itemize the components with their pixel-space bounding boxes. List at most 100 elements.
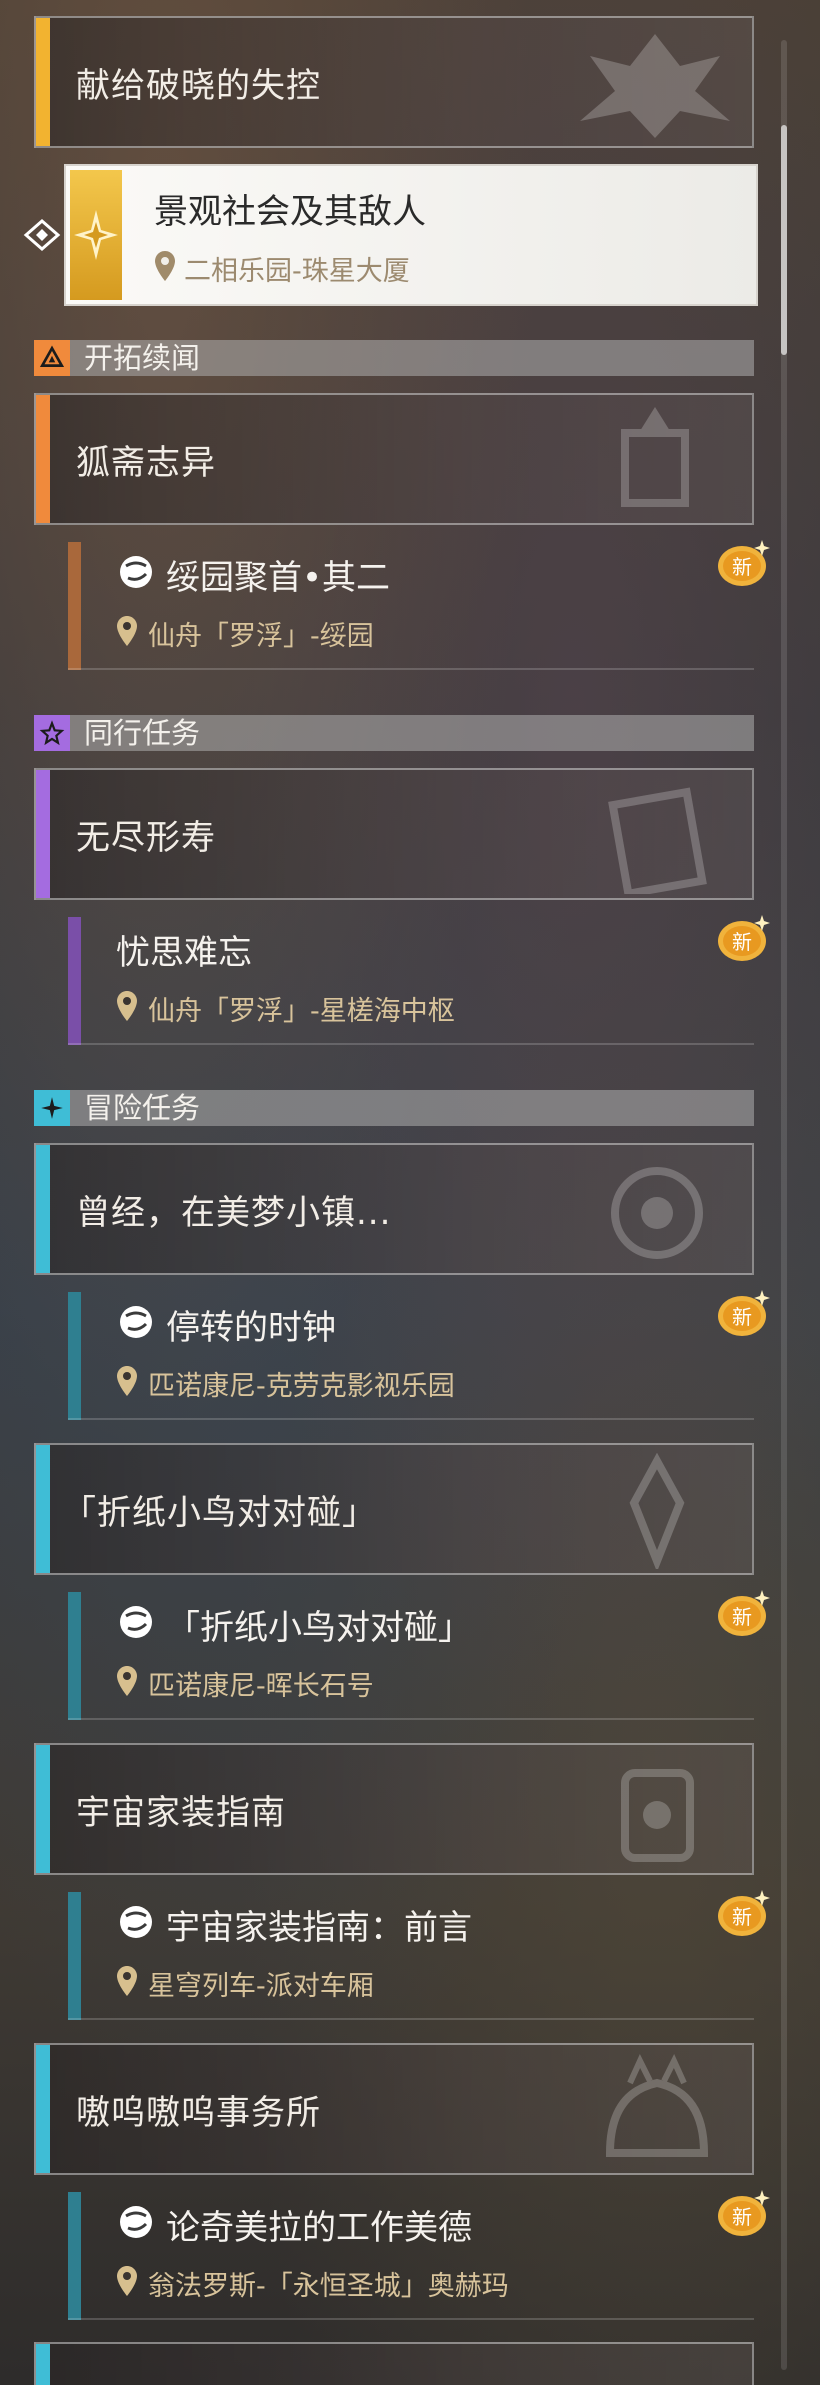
subquest-fox[interactable]: 绥园聚首•其二 仙舟「罗浮」-绥园 新 [34,530,770,670]
quest-emblem-icon [608,787,707,894]
subquest-title: 「折纸小鸟对对碰」 [166,1608,472,1648]
section-label: 冒险任务 [84,1091,201,1125]
companion-quest-icon [120,1906,152,1938]
scrollbar-thumb[interactable] [781,125,787,355]
quest-color-bar [36,1745,50,1873]
divider [68,2318,754,2320]
subquest-color-bar [68,1592,81,1720]
companion-quest-icon [120,1306,152,1338]
quest-title: 献给破晓的失控 [76,65,321,106]
quest-color-bar [36,1445,50,1573]
location-pin-icon [155,251,175,281]
quest-title: 曾经，在美梦小镇... [76,1192,392,1233]
quest-emblem-icon [605,2054,709,2157]
quest-emblem-icon [621,407,689,507]
divider [68,1043,754,1045]
companion-quest-icon [120,1606,152,1638]
new-badge-icon: 新 [718,1890,770,1936]
quest-color-bar [36,1145,50,1273]
subquest-color-bar [68,542,81,670]
quest-title: 狐斋志异 [76,442,216,483]
new-badge-icon: 新 [718,2190,770,2236]
subquest-location: 匹诺康尼-克劳克影视乐园 [148,1371,455,1402]
subquest-location: 仙舟「罗浮」-星槎海中枢 [148,996,455,1027]
quest-card-awoo[interactable]: 嗷呜嗷呜事务所 [34,2043,754,2175]
divider [68,2018,754,2020]
new-badge-label: 新 [732,930,752,954]
section-icon [34,340,70,376]
companion-star-icon [39,720,65,746]
new-badge-label: 新 [732,2205,752,2229]
subquest-cosmic[interactable]: 宇宙家装指南：前言 星穹列车-派对车厢 新 [34,1880,770,2020]
new-badge-label: 新 [732,1605,752,1629]
quest-type-tag [70,170,122,300]
quest-color-bar [36,395,50,523]
section-icon [34,1090,70,1126]
quest-color-bar [36,18,50,146]
subquest-color-bar [68,1892,81,2020]
tracking-arrow-icon [23,219,61,251]
location-pin-icon [117,1666,137,1696]
section-header-companion: 同行任务 [34,715,754,751]
section-label: 开拓续闻 [84,341,201,375]
active-quest-card[interactable]: 景观社会及其敌人 二相乐园-珠星大厦 [64,164,758,306]
divider [68,1718,754,1720]
subquest-location: 匹诺康尼-晖长石号 [148,1671,374,1702]
location-pin-icon [117,2266,137,2296]
quest-card-origami[interactable]: 「折纸小鸟对对碰」 [34,1443,754,1575]
subquest-title: 绥园聚首•其二 [166,558,391,598]
companion-quest-icon [120,2206,152,2238]
subquest-awoo[interactable]: 论奇美拉的工作美德 翁法罗斯-「永恒圣城」奥赫玛 新 [34,2180,770,2320]
subquest-title: 停转的时钟 [166,1308,336,1348]
new-badge-label: 新 [732,1305,752,1329]
quest-title: 宇宙家装指南 [76,1792,286,1833]
quest-emblem-icon [580,34,730,138]
quest-color-bar [36,770,50,898]
subquest-dream[interactable]: 停转的时钟 匹诺康尼-克劳克影视乐园 新 [34,1280,770,1420]
subquest-endless[interactable]: 忧思难忘 仙舟「罗浮」-星槎海中枢 新 [34,905,770,1045]
location-pin-icon [117,1966,137,1996]
active-quest-title: 景观社会及其敌人 [154,192,426,232]
quest-card-next-partial[interactable] [34,2342,754,2385]
quest-card-endless[interactable]: 无尽形寿 [34,768,754,900]
quest-card-dream[interactable]: 曾经，在美梦小镇... [34,1143,754,1275]
divider [68,668,754,670]
trailblaze-icon [39,345,65,367]
new-badge-icon: 新 [718,1590,770,1636]
location-pin-icon [117,991,137,1021]
main-quest-card[interactable]: 献给破晓的失控 [34,16,754,148]
subquest-location: 仙舟「罗浮」-绥园 [148,621,374,652]
subquest-title: 宇宙家装指南：前言 [166,1908,472,1948]
new-badge-icon: 新 [718,540,770,586]
adventure-sparkle-icon [41,1097,63,1119]
quest-card-fox[interactable]: 狐斋志异 [34,393,754,525]
new-badge-icon: 新 [718,1290,770,1336]
quest-card-cosmic[interactable]: 宇宙家装指南 [34,1743,754,1875]
subquest-color-bar [68,2192,81,2320]
quest-color-bar [36,2045,50,2173]
star-emblem-icon [74,210,118,260]
quest-title: 嗷呜嗷呜事务所 [76,2092,321,2133]
quest-title: 无尽形寿 [76,817,216,858]
subquest-color-bar [68,1292,81,1420]
scrollbar-track[interactable] [781,40,787,2370]
subquest-title: 忧思难忘 [116,933,252,973]
quest-title: 「折纸小鸟对对碰」 [62,1492,377,1533]
section-icon [34,715,70,751]
location-pin-icon [117,1366,137,1396]
quest-color-bar [36,2344,50,2385]
section-label: 同行任务 [84,716,201,750]
active-quest-location: 二相乐园-珠星大厦 [184,256,410,287]
subquest-origami[interactable]: 「折纸小鸟对对碰」 匹诺康尼-晖长石号 新 [34,1580,770,1720]
new-badge-label: 新 [732,555,752,579]
subquest-location: 星穹列车-派对车厢 [148,1971,374,2002]
new-badge-label: 新 [732,1905,752,1929]
section-header-trailblaze: 开拓续闻 [34,340,754,376]
section-header-adventure: 冒险任务 [34,1090,754,1126]
subquest-title: 论奇美拉的工作美德 [166,2208,472,2248]
location-pin-icon [117,616,137,646]
subquest-location: 翁法罗斯-「永恒圣城」奥赫玛 [148,2271,509,2302]
quest-emblem-icon [629,1453,685,1569]
companion-quest-icon [120,556,152,588]
new-badge-icon: 新 [718,915,770,961]
